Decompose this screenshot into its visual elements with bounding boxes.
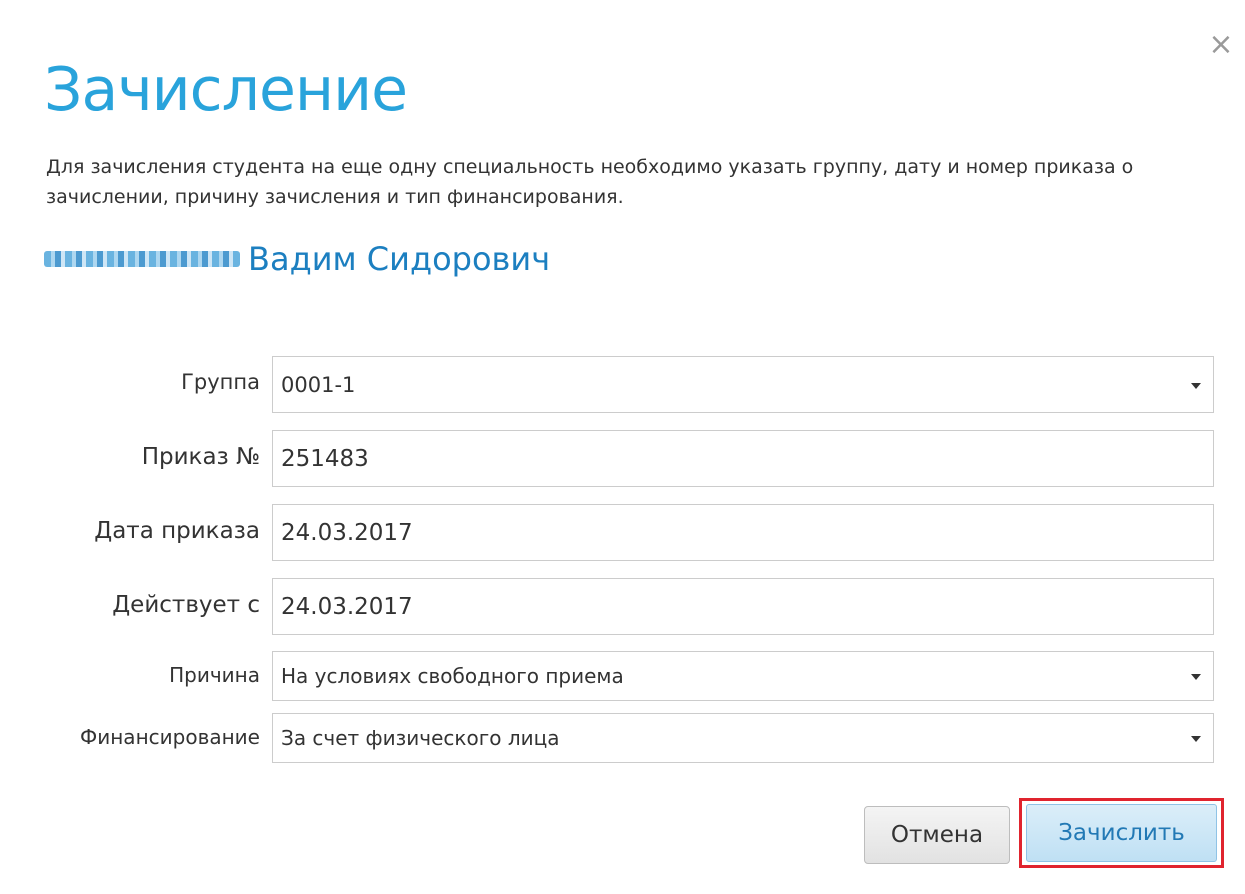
funding-row: Финансирование За счет физического лица (0, 713, 1245, 763)
order-number-value: 251483 (281, 445, 369, 472)
order-number-label: Приказ № (141, 444, 260, 470)
reason-value: На условиях свободного приема (281, 664, 624, 688)
student-name-text: Вадим Сидорович (248, 240, 551, 278)
enrollment-dialog: × Зачисление Для зачисления студента на … (0, 0, 1245, 894)
order-date-input[interactable]: 24.03.2017 (272, 504, 1214, 561)
order-number-row: Приказ № 251483 (0, 430, 1245, 487)
reason-label: Причина (169, 663, 260, 687)
funding-label: Финансирование (80, 725, 260, 749)
reason-select[interactable]: На условиях свободного приема (272, 651, 1214, 701)
effective-from-value: 24.03.2017 (281, 593, 413, 620)
student-name: Вадим Сидорович (44, 234, 550, 284)
chevron-down-icon (1191, 674, 1201, 680)
chevron-down-icon (1191, 382, 1201, 389)
close-icon[interactable]: × (1208, 30, 1234, 60)
effective-from-input[interactable]: 24.03.2017 (272, 578, 1214, 635)
order-date-value: 24.03.2017 (281, 519, 413, 546)
group-label: Группа (181, 370, 260, 394)
funding-select[interactable]: За счет физического лица (272, 713, 1214, 763)
redacted-surname (44, 251, 240, 267)
group-row: Группа 0001-1 (0, 356, 1245, 413)
dialog-title: Зачисление (44, 55, 408, 125)
order-date-row: Дата приказа 24.03.2017 (0, 504, 1245, 561)
cancel-button[interactable]: Отмена (864, 806, 1010, 864)
reason-row: Причина На условиях свободного приема (0, 651, 1245, 701)
order-date-label: Дата приказа (94, 518, 260, 544)
group-select[interactable]: 0001-1 (272, 356, 1214, 413)
chevron-down-icon (1191, 736, 1201, 742)
group-value: 0001-1 (281, 372, 356, 397)
effective-from-row: Действует с 24.03.2017 (0, 578, 1245, 635)
order-number-input[interactable]: 251483 (272, 430, 1214, 487)
enroll-button[interactable]: Зачислить (1026, 804, 1217, 862)
submit-highlight: Зачислить (1019, 798, 1224, 868)
dialog-buttons: Отмена Зачислить (0, 798, 1245, 868)
dialog-description: Для зачисления студента на еще одну спец… (46, 156, 1134, 208)
effective-from-label: Действует с (112, 592, 260, 618)
funding-value: За счет физического лица (281, 726, 560, 750)
